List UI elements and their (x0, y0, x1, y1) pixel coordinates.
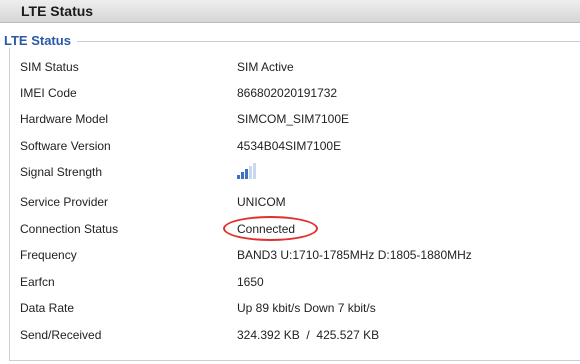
imei-value: 866802020191732 (237, 86, 338, 100)
hardware-model-value: SIMCOM_SIM7100E (237, 112, 350, 126)
row-frequency: Frequency BAND3 U:1710-1785MHz D:1805-18… (20, 246, 570, 266)
signal-bar (253, 163, 256, 179)
service-provider-value: UNICOM (237, 195, 286, 209)
software-version-label: Software Version (20, 139, 111, 153)
page-header: LTE Status (0, 0, 580, 23)
data-rate-label: Data Rate (20, 301, 75, 315)
sim-status-value: SIM Active (237, 60, 294, 74)
signal-bar (237, 175, 240, 179)
row-earfcn: Earfcn 1650 (20, 273, 570, 293)
row-send-received: Send/Received 324.392 KB / 425.527 KB (20, 326, 570, 346)
row-imei: IMEI Code 866802020191732 (20, 84, 570, 104)
signal-bar (245, 169, 248, 179)
signal-bar (241, 172, 244, 179)
row-software-version: Software Version 4534B04SIM7100E (20, 137, 570, 157)
section-legend: LTE Status (2, 33, 77, 48)
send-received-value: 324.392 KB / 425.527 KB (237, 328, 380, 342)
connection-status-label: Connection Status (20, 222, 119, 236)
data-rate-value: Up 89 kbit/s Down 7 kbit/s (237, 301, 376, 315)
send-received-label: Send/Received (20, 328, 102, 342)
service-provider-label: Service Provider (20, 195, 109, 209)
row-service-provider: Service Provider UNICOM (20, 193, 570, 213)
earfcn-value: 1650 (237, 275, 264, 289)
signal-strength-label: Signal Strength (20, 165, 103, 179)
row-signal-strength: Signal Strength (20, 163, 570, 183)
frequency-value: BAND3 U:1710-1785MHz D:1805-1880MHz (237, 248, 472, 262)
row-data-rate: Data Rate Up 89 kbit/s Down 7 kbit/s (20, 299, 570, 319)
imei-label: IMEI Code (20, 86, 77, 100)
hardware-model-label: Hardware Model (20, 112, 109, 126)
signal-bar (249, 166, 252, 179)
highlight-ellipse (223, 216, 318, 241)
row-sim-status: SIM Status SIM Active (20, 58, 570, 78)
signal-strength-icon (237, 163, 259, 179)
page-title: LTE Status (21, 3, 94, 19)
row-hardware-model: Hardware Model SIMCOM_SIM7100E (20, 110, 570, 130)
earfcn-label: Earfcn (20, 275, 55, 289)
software-version-value: 4534B04SIM7100E (237, 139, 342, 153)
frequency-label: Frequency (20, 248, 77, 262)
sim-status-label: SIM Status (20, 60, 79, 74)
